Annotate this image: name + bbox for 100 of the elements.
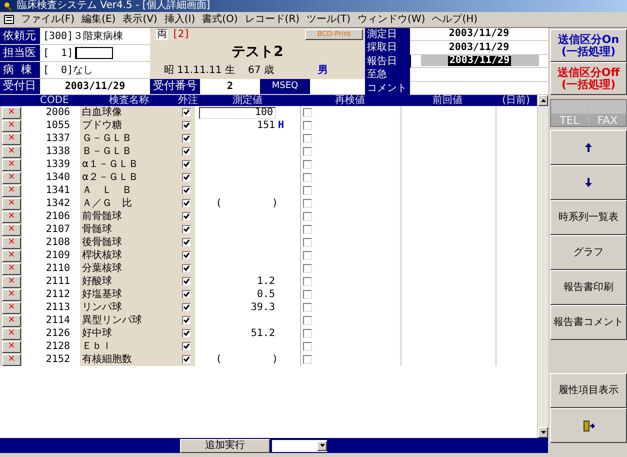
- field-label: コメント: [365, 82, 410, 95]
- delete-button[interactable]: ×: [2, 276, 21, 288]
- checkbox[interactable]: [182, 147, 191, 156]
- scroll-down-icon[interactable]: [538, 427, 548, 438]
- delete-button[interactable]: ×: [2, 198, 21, 210]
- delete-button[interactable]: ×: [2, 340, 21, 352]
- delete-button[interactable]: ×: [2, 288, 21, 300]
- delete-button[interactable]: ×: [2, 106, 21, 118]
- delete-button[interactable]: ×: [2, 250, 21, 262]
- checkbox[interactable]: [182, 199, 191, 208]
- birth-date: 昭 11.11.11 生: [164, 64, 236, 78]
- checkbox[interactable]: [303, 251, 312, 260]
- date-field[interactable]: [410, 82, 548, 95]
- send-button[interactable]: 送信区分Off (一括処理): [550, 62, 627, 95]
- input-field[interactable]: [75, 47, 114, 59]
- form-icon[interactable]: [4, 15, 14, 24]
- dropdown-field[interactable]: [272, 440, 327, 452]
- add-button[interactable]: 追加実行: [180, 438, 270, 452]
- value-field[interactable]: 100: [199, 106, 276, 118]
- checkbox[interactable]: [182, 277, 191, 286]
- scroll-up-icon[interactable]: [538, 95, 548, 106]
- checkbox[interactable]: [303, 121, 312, 130]
- menu-item[interactable]: 表示(V): [122, 14, 158, 24]
- checkbox[interactable]: [303, 342, 312, 351]
- side-button[interactable]: 報告書コメント: [550, 305, 627, 340]
- checkbox[interactable]: [303, 147, 312, 156]
- checkbox[interactable]: [182, 160, 191, 169]
- checkbox[interactable]: [303, 264, 312, 273]
- side-button[interactable]: グラフ: [550, 235, 627, 270]
- menu-item[interactable]: ウィンドウ(W): [357, 14, 426, 24]
- checkbox[interactable]: [182, 303, 191, 312]
- menu-item[interactable]: 挿入(I): [164, 14, 196, 24]
- code-cell-text: 1337: [46, 132, 70, 146]
- checkbox[interactable]: [182, 186, 191, 195]
- date-field[interactable]: 2003/11/29: [410, 41, 548, 55]
- delete-button[interactable]: ×: [2, 328, 21, 340]
- checkbox[interactable]: [303, 108, 312, 117]
- checkbox[interactable]: [182, 225, 191, 234]
- checkbox[interactable]: [303, 134, 312, 143]
- delete-button[interactable]: ×: [2, 262, 21, 274]
- checkbox[interactable]: [303, 212, 312, 221]
- code-cell-text: 2110: [46, 262, 70, 276]
- checkbox[interactable]: [182, 173, 191, 182]
- checkbox[interactable]: [303, 277, 312, 286]
- checkbox[interactable]: [182, 121, 191, 130]
- delete-button[interactable]: ×: [2, 146, 21, 158]
- send-button[interactable]: 送信区分On (一括処理): [550, 29, 627, 62]
- checkbox[interactable]: [182, 316, 191, 325]
- delete-button[interactable]: ×: [2, 184, 21, 196]
- down-button[interactable]: [550, 165, 627, 200]
- delete-button[interactable]: ×: [2, 236, 21, 248]
- checkbox[interactable]: [182, 264, 191, 273]
- menu-item[interactable]: ファイル(F): [21, 14, 75, 24]
- delete-button[interactable]: ×: [2, 158, 21, 170]
- delete-button[interactable]: ×: [2, 172, 21, 184]
- date-field[interactable]: 2003/11/29: [410, 54, 548, 68]
- checkbox[interactable]: [182, 329, 191, 338]
- name-cell-text: Ｂ－ＧＬＢ: [82, 146, 133, 156]
- menu-item[interactable]: ヘルプ(H): [432, 14, 478, 24]
- delete-button[interactable]: ×: [2, 224, 21, 236]
- checkbox[interactable]: [182, 251, 191, 260]
- delete-button[interactable]: ×: [2, 210, 21, 222]
- menu-item[interactable]: 書式(O): [202, 14, 238, 24]
- checkbox[interactable]: [303, 199, 312, 208]
- checkbox[interactable]: [303, 173, 312, 182]
- checkbox[interactable]: [303, 186, 312, 195]
- delete-button[interactable]: ×: [2, 120, 21, 132]
- side-button[interactable]: 時系列一覧表: [550, 200, 627, 235]
- checkbox[interactable]: [303, 329, 312, 338]
- scrollbar[interactable]: [537, 95, 548, 438]
- checkbox[interactable]: [303, 238, 312, 247]
- menu-item[interactable]: ツール(T): [306, 14, 350, 24]
- checkbox[interactable]: [182, 134, 191, 143]
- checkbox[interactable]: [182, 355, 191, 364]
- field-value: [ 0]なし: [40, 62, 150, 79]
- menu-item[interactable]: 編集(E): [82, 14, 116, 24]
- date-field[interactable]: [410, 68, 548, 82]
- checkbox[interactable]: [303, 355, 312, 364]
- checkbox[interactable]: [303, 316, 312, 325]
- menu-item[interactable]: レコード(R): [244, 14, 300, 24]
- exit-button[interactable]: [550, 408, 627, 443]
- delete-button[interactable]: ×: [2, 302, 21, 314]
- checkbox[interactable]: [303, 225, 312, 234]
- checkbox[interactable]: [182, 108, 191, 117]
- checkbox[interactable]: [182, 212, 191, 221]
- checkbox[interactable]: [182, 238, 191, 247]
- checkbox[interactable]: [303, 290, 312, 299]
- checkbox[interactable]: [303, 303, 312, 312]
- patient-name: テスト2: [232, 45, 284, 59]
- checkbox[interactable]: [182, 290, 191, 299]
- checkbox[interactable]: [303, 160, 312, 169]
- delete-button[interactable]: ×: [2, 354, 21, 366]
- side-button[interactable]: 履性項目表示: [550, 373, 627, 408]
- delete-button[interactable]: ×: [2, 132, 21, 144]
- checkbox[interactable]: [182, 342, 191, 351]
- caret-icon[interactable]: [317, 440, 327, 450]
- date-field[interactable]: 2003/11/29: [410, 28, 548, 42]
- up-button[interactable]: [550, 130, 627, 165]
- side-button[interactable]: 報告書印刷: [550, 270, 627, 305]
- delete-button[interactable]: ×: [2, 314, 21, 326]
